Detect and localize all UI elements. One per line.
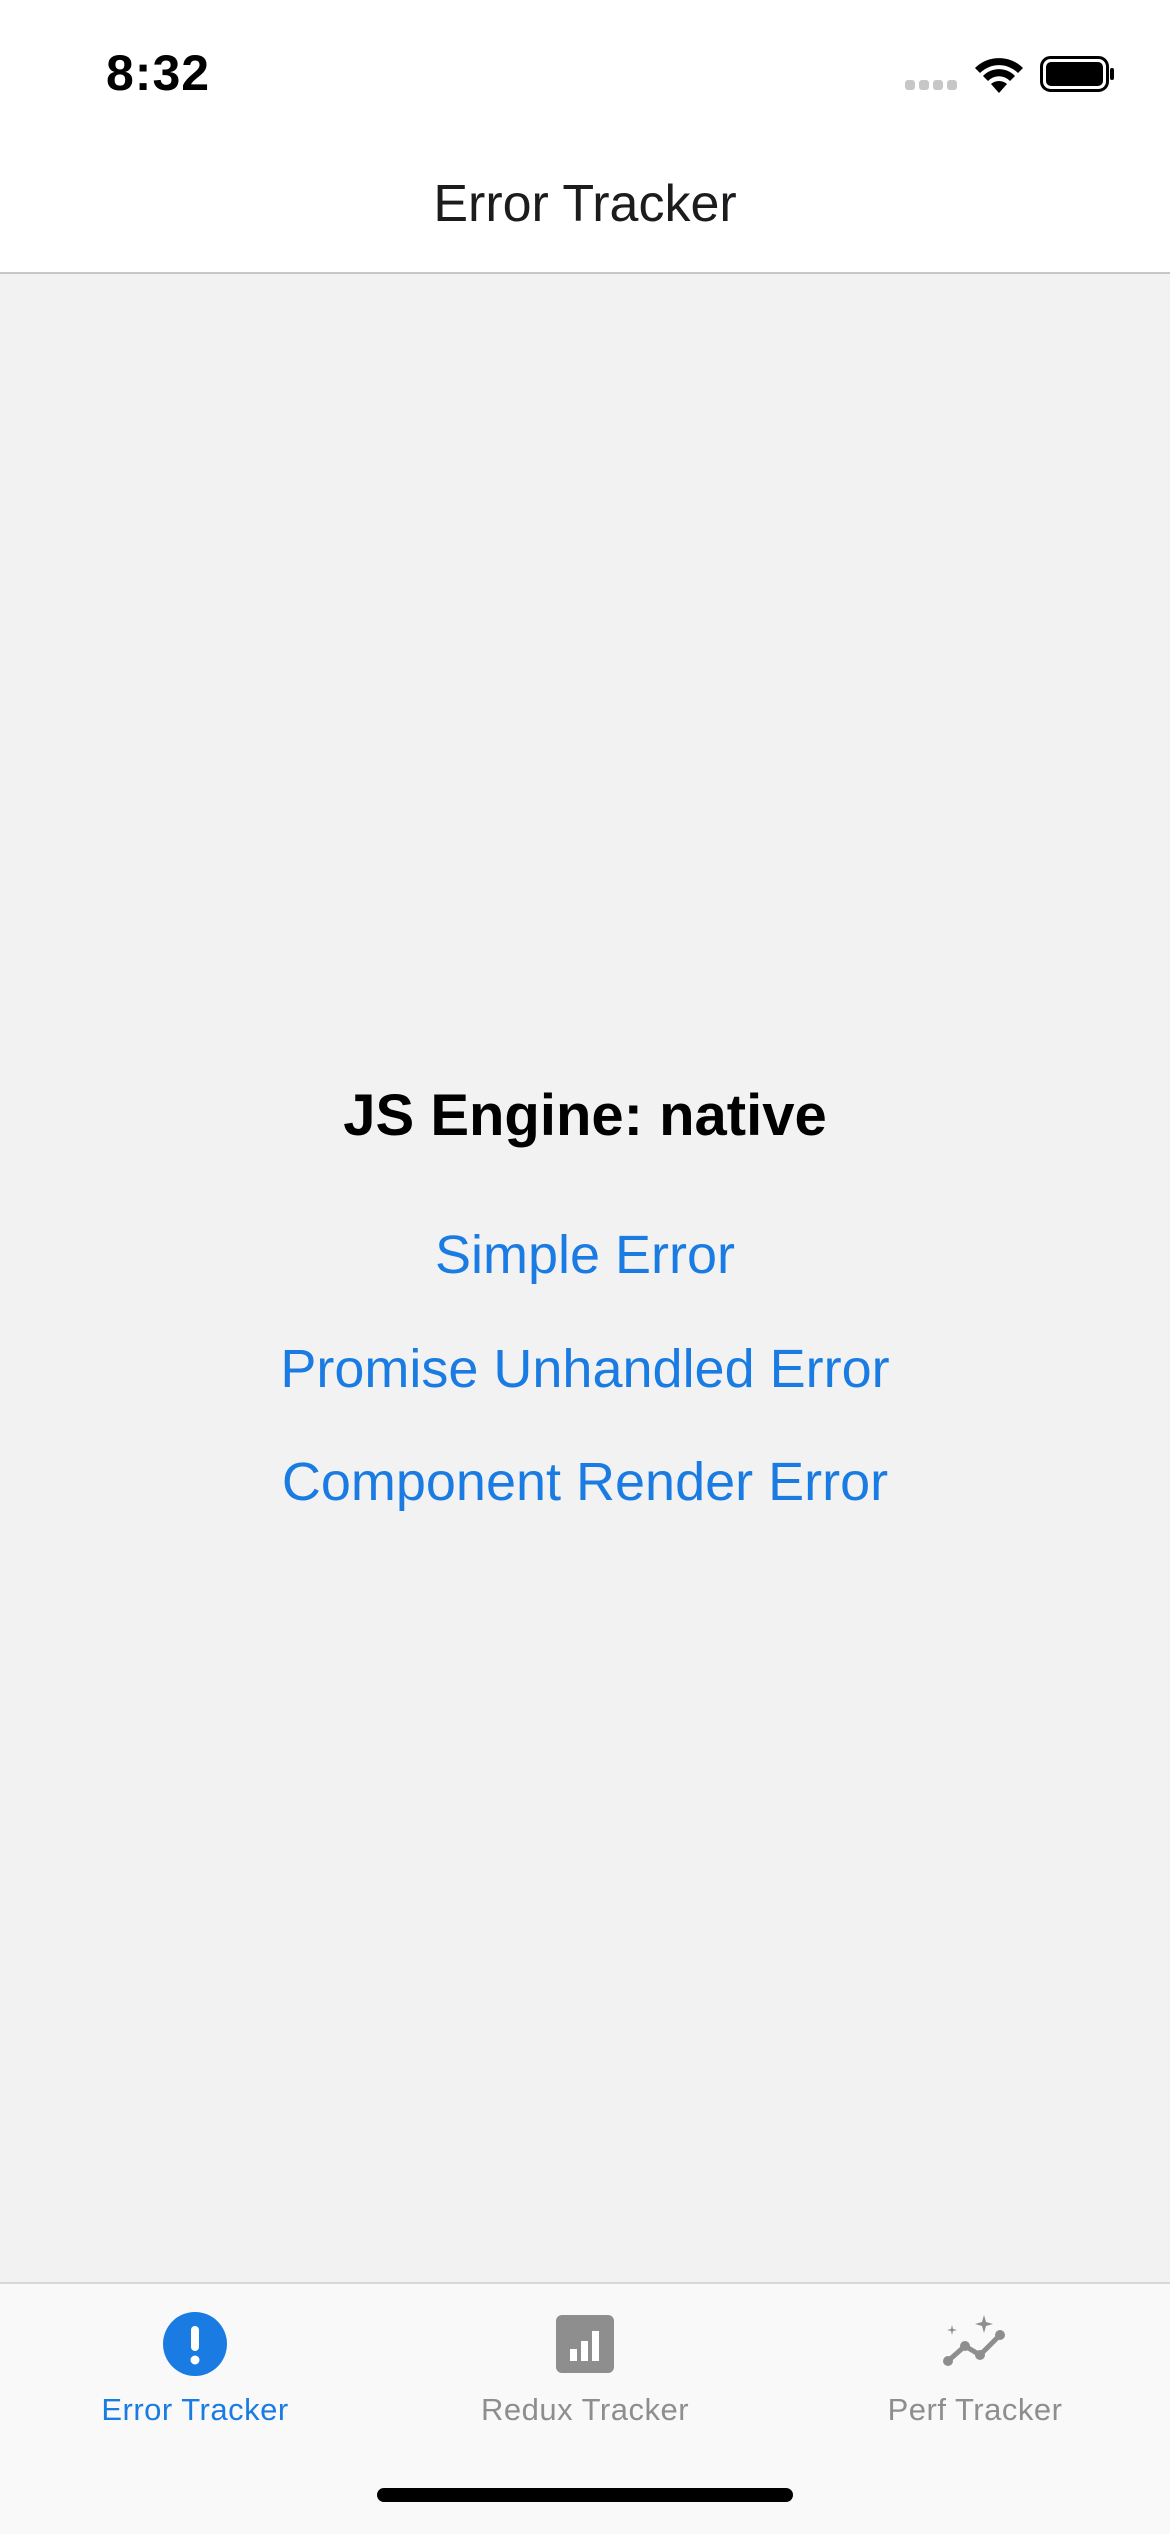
exclamation-circle-icon — [163, 2312, 227, 2376]
navigation-bar: Error Tracker — [0, 142, 1170, 274]
page-title: Error Tracker — [433, 175, 737, 233]
promise-unhandled-error-button[interactable]: Promise Unhandled Error — [0, 1338, 1170, 1400]
js-engine-label: JS Engine: native — [343, 1083, 827, 1148]
bar-chart-icon — [556, 2315, 614, 2373]
wifi-icon — [975, 58, 1023, 93]
component-render-error-button[interactable]: Component Render Error — [0, 1451, 1170, 1513]
tab-redux-tracker[interactable]: Redux Tracker — [390, 2284, 780, 2464]
trend-sparkle-icon — [943, 2315, 1005, 2366]
tab-label: Perf Tracker — [887, 2392, 1063, 2427]
battery-icon — [1040, 56, 1114, 92]
home-indicator[interactable] — [377, 2488, 793, 2502]
tab-label: Error Tracker — [101, 2392, 289, 2427]
status-bar: 8:32 — [0, 0, 1170, 142]
simple-error-button[interactable]: Simple Error — [0, 1224, 1170, 1286]
tab-perf-tracker[interactable]: Perf Tracker — [780, 2284, 1170, 2464]
cellular-signal-icon — [905, 80, 957, 90]
tab-label: Redux Tracker — [480, 2392, 690, 2427]
main-content: JS Engine: native Simple Error Promise U… — [0, 274, 1170, 2282]
tab-error-tracker[interactable]: Error Tracker — [0, 2284, 390, 2464]
status-time: 8:32 — [106, 45, 211, 101]
